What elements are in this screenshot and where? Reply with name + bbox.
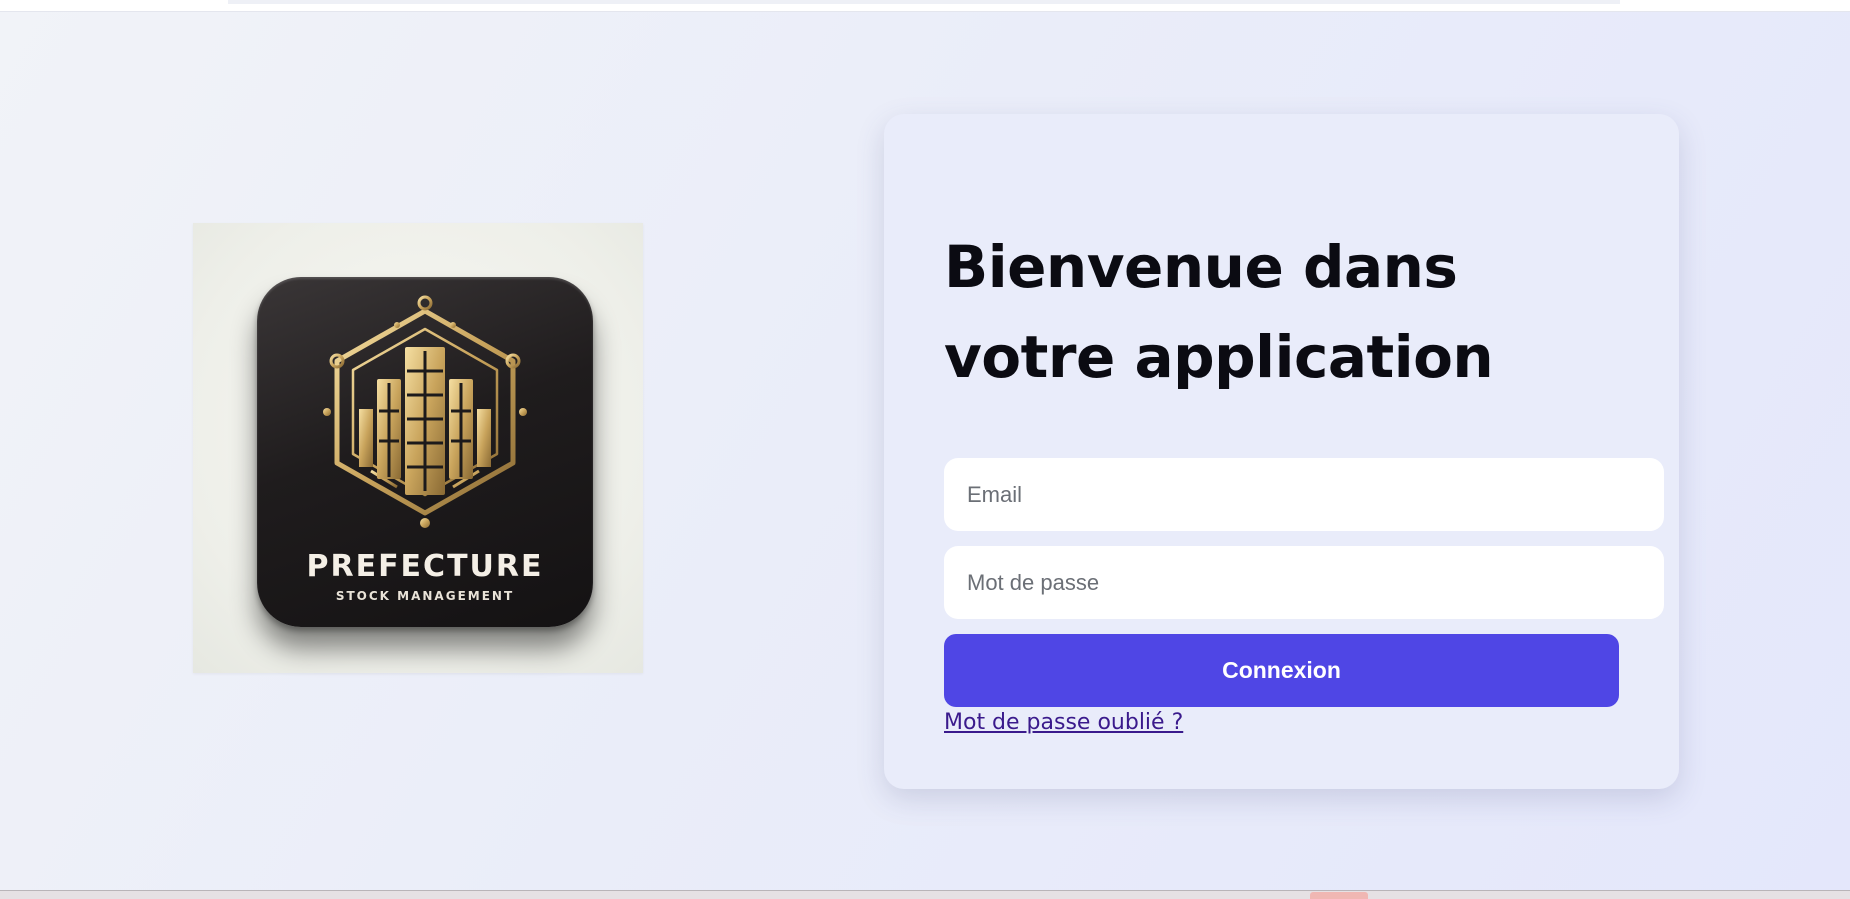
forgot-password-link[interactable]: Mot de passe oublié ? [944,710,1183,735]
top-browser-strip [0,0,1850,12]
logo-image: PREFECTURE STOCK MANAGEMENT [193,223,643,673]
login-card: Bienvenue dans votre application Connexi… [884,114,1679,789]
logo-subtitle: STOCK MANAGEMENT [335,589,515,603]
app-icon: PREFECTURE STOCK MANAGEMENT [257,277,593,627]
taskbar-tab-indicator [1310,892,1368,899]
top-strip-bar [228,0,1620,4]
logo-title: PREFECTURE [306,549,544,584]
email-field[interactable] [944,458,1664,531]
bottom-taskbar-strip [0,890,1850,899]
login-page: PREFECTURE STOCK MANAGEMENT Bienvenue da… [0,12,1850,890]
password-field[interactable] [944,546,1664,619]
building-emblem-icon [317,295,533,531]
login-button[interactable]: Connexion [944,634,1619,707]
welcome-heading: Bienvenue dans votre application [944,233,1494,391]
